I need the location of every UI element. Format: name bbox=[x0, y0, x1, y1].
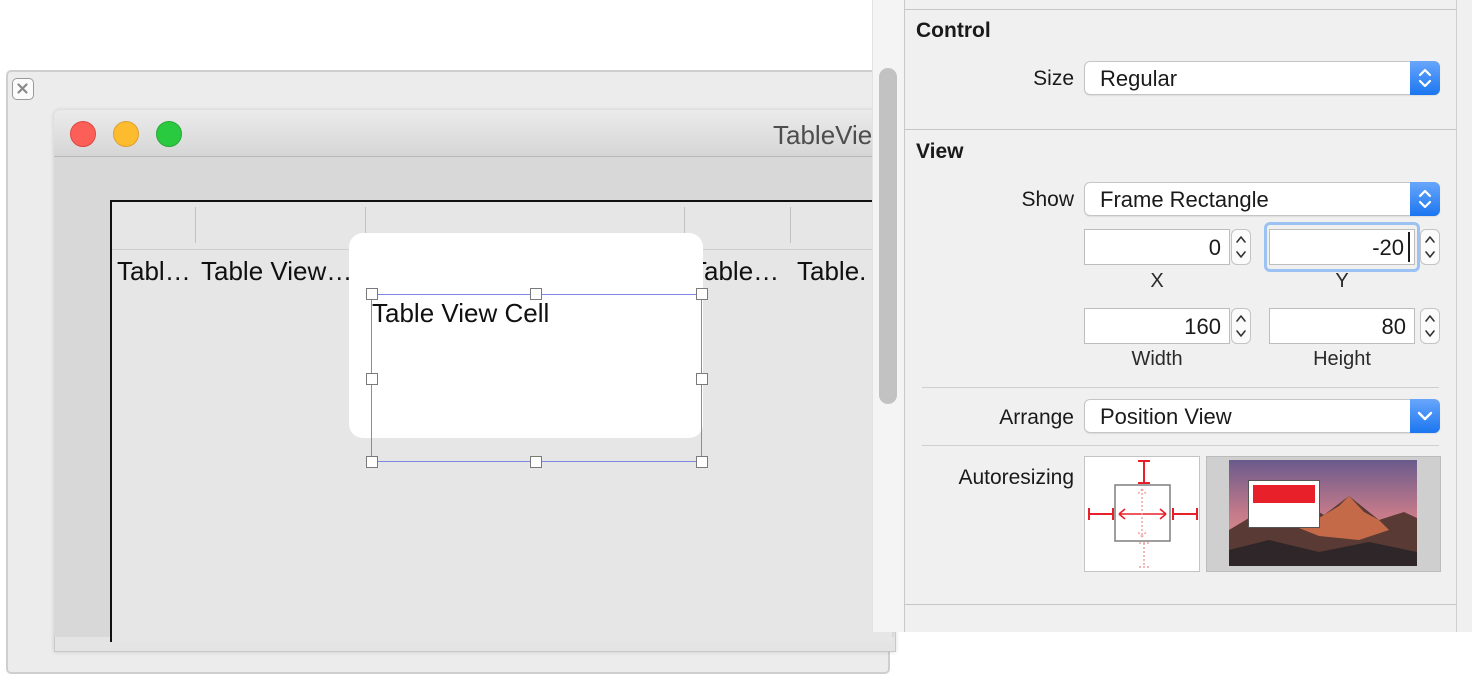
chevron-down-icon bbox=[1410, 399, 1440, 433]
height-field-value: 80 bbox=[1381, 314, 1406, 339]
width-label: Width bbox=[1131, 348, 1183, 370]
resize-handle-top-right[interactable] bbox=[696, 288, 708, 300]
stepper-arrows-icon[interactable] bbox=[1420, 308, 1440, 344]
inspector-right-border bbox=[1456, 0, 1457, 632]
close-x-icon[interactable] bbox=[12, 78, 34, 100]
show-popup-value: Frame Rectangle bbox=[1100, 187, 1269, 212]
window-minimize-button[interactable] bbox=[113, 121, 139, 147]
view-section-title: View bbox=[916, 140, 964, 163]
x-field[interactable]: 0 bbox=[1084, 229, 1230, 265]
autoresizing-mask-editor[interactable] bbox=[1084, 456, 1200, 572]
right-strut-icon[interactable] bbox=[1172, 508, 1198, 520]
window-close-button[interactable] bbox=[70, 121, 96, 147]
arrange-label: Arrange bbox=[999, 406, 1074, 429]
top-strut-icon[interactable] bbox=[1138, 460, 1150, 484]
scrollbar-thumb[interactable] bbox=[879, 68, 897, 404]
height-field[interactable]: 80 bbox=[1269, 308, 1415, 344]
column-separator[interactable] bbox=[195, 207, 196, 243]
section-divider bbox=[905, 604, 1457, 605]
section-divider bbox=[905, 129, 1457, 130]
stepper-arrows-icon[interactable] bbox=[1420, 229, 1440, 265]
text-cursor bbox=[1408, 232, 1410, 262]
height-label: Height bbox=[1313, 348, 1371, 370]
stepper-arrows-icon[interactable] bbox=[1231, 229, 1251, 265]
y-field[interactable]: -20 bbox=[1269, 229, 1415, 265]
column-cell-2[interactable]: Table View… bbox=[201, 256, 352, 287]
column-cell-4[interactable]: Table. bbox=[797, 256, 866, 287]
arrange-popup[interactable]: Position View bbox=[1084, 399, 1440, 433]
resize-handle-top[interactable] bbox=[530, 288, 542, 300]
section-divider bbox=[905, 9, 1457, 10]
control-section-title: Control bbox=[916, 19, 991, 42]
column-cell-3[interactable]: Table… bbox=[691, 256, 779, 287]
show-popup[interactable]: Frame Rectangle bbox=[1084, 182, 1440, 216]
column-cell-1[interactable]: Tabl… bbox=[117, 256, 191, 287]
show-label: Show bbox=[1021, 188, 1074, 211]
resize-handle-bottom-left[interactable] bbox=[366, 456, 378, 468]
x-label: X bbox=[1150, 270, 1164, 292]
up-down-chevron-icon bbox=[1410, 182, 1440, 216]
up-down-chevron-icon bbox=[1410, 61, 1440, 95]
size-label: Size bbox=[1033, 67, 1074, 90]
arrange-popup-value: Position View bbox=[1100, 404, 1232, 429]
cell-label[interactable]: Table View Cell bbox=[372, 298, 549, 329]
y-field-value: -20 bbox=[1372, 235, 1404, 260]
row-divider bbox=[922, 445, 1439, 446]
window-title: TableVie bbox=[773, 120, 873, 150]
column-separator[interactable] bbox=[790, 207, 791, 243]
resize-handle-top-left[interactable] bbox=[366, 288, 378, 300]
width-field[interactable]: 160 bbox=[1084, 308, 1230, 344]
left-strut-icon[interactable] bbox=[1088, 508, 1114, 520]
bottom-strut-icon[interactable] bbox=[1139, 542, 1149, 568]
width-field-value: 160 bbox=[1184, 314, 1221, 339]
y-label: Y bbox=[1335, 270, 1349, 292]
resize-handle-right[interactable] bbox=[696, 373, 708, 385]
stepper-arrows-icon[interactable] bbox=[1231, 308, 1251, 344]
resize-handle-bottom-right[interactable] bbox=[696, 456, 708, 468]
autoresizing-label: Autoresizing bbox=[958, 466, 1074, 489]
size-popup[interactable]: Regular bbox=[1084, 61, 1440, 95]
window-zoom-button[interactable] bbox=[156, 121, 182, 147]
resize-handle-bottom[interactable] bbox=[530, 456, 542, 468]
size-popup-value: Regular bbox=[1100, 66, 1178, 91]
preview-view-fill bbox=[1253, 485, 1315, 503]
resize-handle-left[interactable] bbox=[366, 373, 378, 385]
x-field-value: 0 bbox=[1208, 235, 1221, 260]
row-divider bbox=[922, 387, 1439, 388]
